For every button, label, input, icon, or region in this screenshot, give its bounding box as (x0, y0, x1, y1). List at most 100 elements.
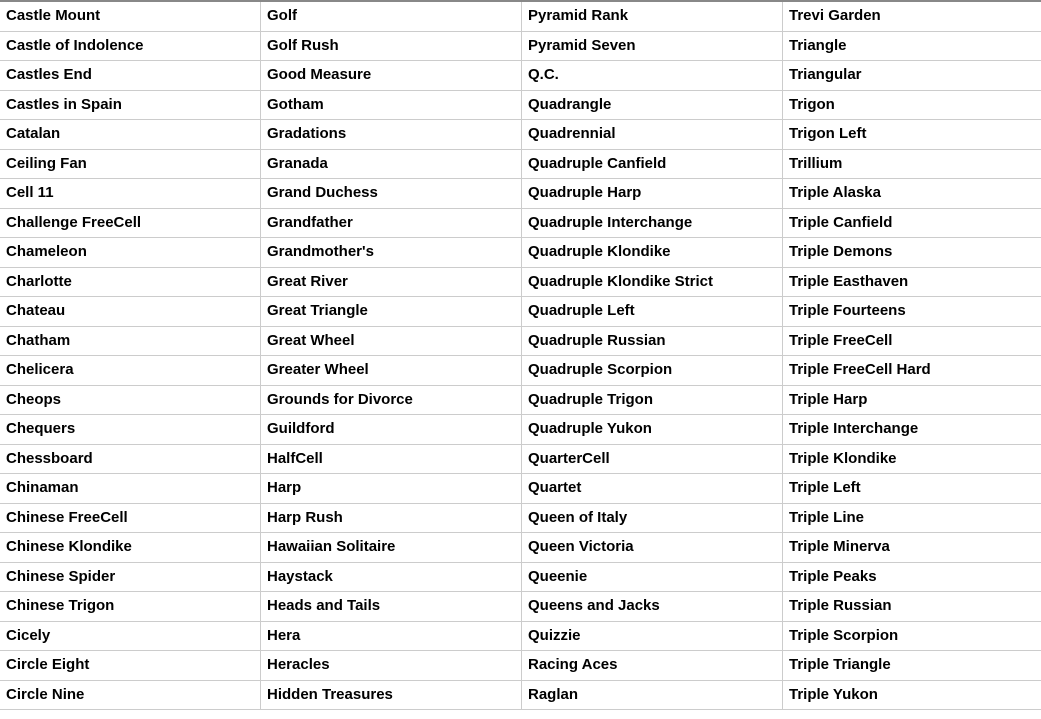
table-row: Castles in SpainGothamQuadrangleTrigon (0, 91, 1041, 121)
table-row: Chinese KlondikeHawaiian SolitaireQueen … (0, 533, 1041, 563)
game-list-item[interactable]: Queen of Italy (522, 504, 783, 533)
game-list-item[interactable]: Quadruple Russian (522, 327, 783, 356)
game-list-item[interactable]: Triple Easthaven (783, 268, 1041, 297)
game-list-item[interactable]: Cell 11 (0, 179, 261, 208)
game-list-item[interactable]: Hera (261, 622, 522, 651)
game-list-item[interactable]: Trigon (783, 91, 1041, 120)
game-list-item[interactable]: Grand Duchess (261, 179, 522, 208)
game-list-item[interactable]: Quartet (522, 474, 783, 503)
game-list-item[interactable]: Chequers (0, 415, 261, 444)
game-list-item[interactable]: Quadruple Klondike (522, 238, 783, 267)
game-list-item[interactable]: Quadruple Yukon (522, 415, 783, 444)
game-list-item[interactable]: Castles End (0, 61, 261, 90)
game-list-item[interactable]: Chinese Trigon (0, 592, 261, 621)
game-list-item[interactable]: Quadruple Trigon (522, 386, 783, 415)
game-list-item[interactable]: Great Wheel (261, 327, 522, 356)
game-list-item[interactable]: Triangle (783, 32, 1041, 61)
game-list-item[interactable]: Triple Interchange (783, 415, 1041, 444)
game-list-item[interactable]: Triple Line (783, 504, 1041, 533)
game-list-item[interactable]: Granada (261, 150, 522, 179)
game-list-item[interactable]: Gotham (261, 91, 522, 120)
game-list-item[interactable]: Harp Rush (261, 504, 522, 533)
game-list-item[interactable]: Hawaiian Solitaire (261, 533, 522, 562)
game-list-item[interactable]: Quadruple Klondike Strict (522, 268, 783, 297)
game-list-item[interactable]: Castle of Indolence (0, 32, 261, 61)
table-row: Challenge FreeCellGrandfatherQuadruple I… (0, 209, 1041, 239)
game-list-item[interactable]: Triple Scorpion (783, 622, 1041, 651)
game-list-item[interactable]: Grandfather (261, 209, 522, 238)
game-list-item[interactable]: Queens and Jacks (522, 592, 783, 621)
game-list-item[interactable]: Ceiling Fan (0, 150, 261, 179)
game-list-item[interactable]: Trillium (783, 150, 1041, 179)
game-list-item[interactable]: Chinese FreeCell (0, 504, 261, 533)
game-list-item[interactable]: Grounds for Divorce (261, 386, 522, 415)
game-list-item[interactable]: Hidden Treasures (261, 681, 522, 710)
game-list-item[interactable]: Queen Victoria (522, 533, 783, 562)
game-list-item[interactable]: Chatham (0, 327, 261, 356)
game-list-item[interactable]: Pyramid Seven (522, 32, 783, 61)
game-list-item[interactable]: Triple FreeCell Hard (783, 356, 1041, 385)
game-list-item[interactable]: Charlotte (0, 268, 261, 297)
game-list-item[interactable]: Triple Minerva (783, 533, 1041, 562)
game-list-item[interactable]: Triple Russian (783, 592, 1041, 621)
table-row: CatalanGradationsQuadrennialTrigon Left (0, 120, 1041, 150)
game-list-item[interactable]: Chameleon (0, 238, 261, 267)
game-list-item[interactable]: Triple Triangle (783, 651, 1041, 680)
game-list-item[interactable]: Quadruple Left (522, 297, 783, 326)
game-list-item[interactable]: Circle Eight (0, 651, 261, 680)
game-list-item[interactable]: Triple Peaks (783, 563, 1041, 592)
game-list-item[interactable]: Castles in Spain (0, 91, 261, 120)
game-list-item[interactable]: Grandmother's (261, 238, 522, 267)
game-list-item[interactable]: Quizzie (522, 622, 783, 651)
game-list-item[interactable]: Quadrennial (522, 120, 783, 149)
game-list-item[interactable]: Circle Nine (0, 681, 261, 710)
game-list-item[interactable]: Guildford (261, 415, 522, 444)
game-list-item[interactable]: Heracles (261, 651, 522, 680)
game-list-item[interactable]: Triple Klondike (783, 445, 1041, 474)
game-list-item[interactable]: Queenie (522, 563, 783, 592)
game-list-item[interactable]: Great River (261, 268, 522, 297)
game-list-item[interactable]: Heads and Tails (261, 592, 522, 621)
game-list-item[interactable]: Q.C. (522, 61, 783, 90)
game-list-item[interactable]: Chessboard (0, 445, 261, 474)
game-list-item[interactable]: HalfCell (261, 445, 522, 474)
game-list-item[interactable]: Golf (261, 2, 522, 31)
game-list-item[interactable]: Harp (261, 474, 522, 503)
game-list-item[interactable]: Catalan (0, 120, 261, 149)
game-list-item[interactable]: Quadruple Scorpion (522, 356, 783, 385)
game-list-item[interactable]: Triple Left (783, 474, 1041, 503)
game-list-item[interactable]: Greater Wheel (261, 356, 522, 385)
game-list-item[interactable]: Raglan (522, 681, 783, 710)
game-list-item[interactable]: Triple FreeCell (783, 327, 1041, 356)
game-list-item[interactable]: Good Measure (261, 61, 522, 90)
game-list-item[interactable]: Triple Demons (783, 238, 1041, 267)
game-list-item[interactable]: Racing Aces (522, 651, 783, 680)
game-list-item[interactable]: Golf Rush (261, 32, 522, 61)
game-list-item[interactable]: Chelicera (0, 356, 261, 385)
game-list-item[interactable]: Trigon Left (783, 120, 1041, 149)
game-list-item[interactable]: Pyramid Rank (522, 2, 783, 31)
game-list-item[interactable]: Castle Mount (0, 2, 261, 31)
game-list-item[interactable]: QuarterCell (522, 445, 783, 474)
game-list-item[interactable]: Chinaman (0, 474, 261, 503)
game-list-item[interactable]: Chinese Spider (0, 563, 261, 592)
game-list-item[interactable]: Triple Fourteens (783, 297, 1041, 326)
game-list-item[interactable]: Triple Yukon (783, 681, 1041, 710)
game-list-item[interactable]: Chateau (0, 297, 261, 326)
game-list-item[interactable]: Chinese Klondike (0, 533, 261, 562)
game-list-item[interactable]: Quadrangle (522, 91, 783, 120)
game-list-item[interactable]: Triple Canfield (783, 209, 1041, 238)
game-list-item[interactable]: Triangular (783, 61, 1041, 90)
game-list-item[interactable]: Challenge FreeCell (0, 209, 261, 238)
game-list-item[interactable]: Quadruple Interchange (522, 209, 783, 238)
game-list-item[interactable]: Great Triangle (261, 297, 522, 326)
game-list-item[interactable]: Cicely (0, 622, 261, 651)
game-list-item[interactable]: Triple Harp (783, 386, 1041, 415)
game-list-item[interactable]: Quadruple Canfield (522, 150, 783, 179)
game-list-item[interactable]: Quadruple Harp (522, 179, 783, 208)
game-list-item[interactable]: Gradations (261, 120, 522, 149)
game-list-item[interactable]: Triple Alaska (783, 179, 1041, 208)
game-list-item[interactable]: Cheops (0, 386, 261, 415)
game-list-item[interactable]: Haystack (261, 563, 522, 592)
game-list-item[interactable]: Trevi Garden (783, 2, 1041, 31)
